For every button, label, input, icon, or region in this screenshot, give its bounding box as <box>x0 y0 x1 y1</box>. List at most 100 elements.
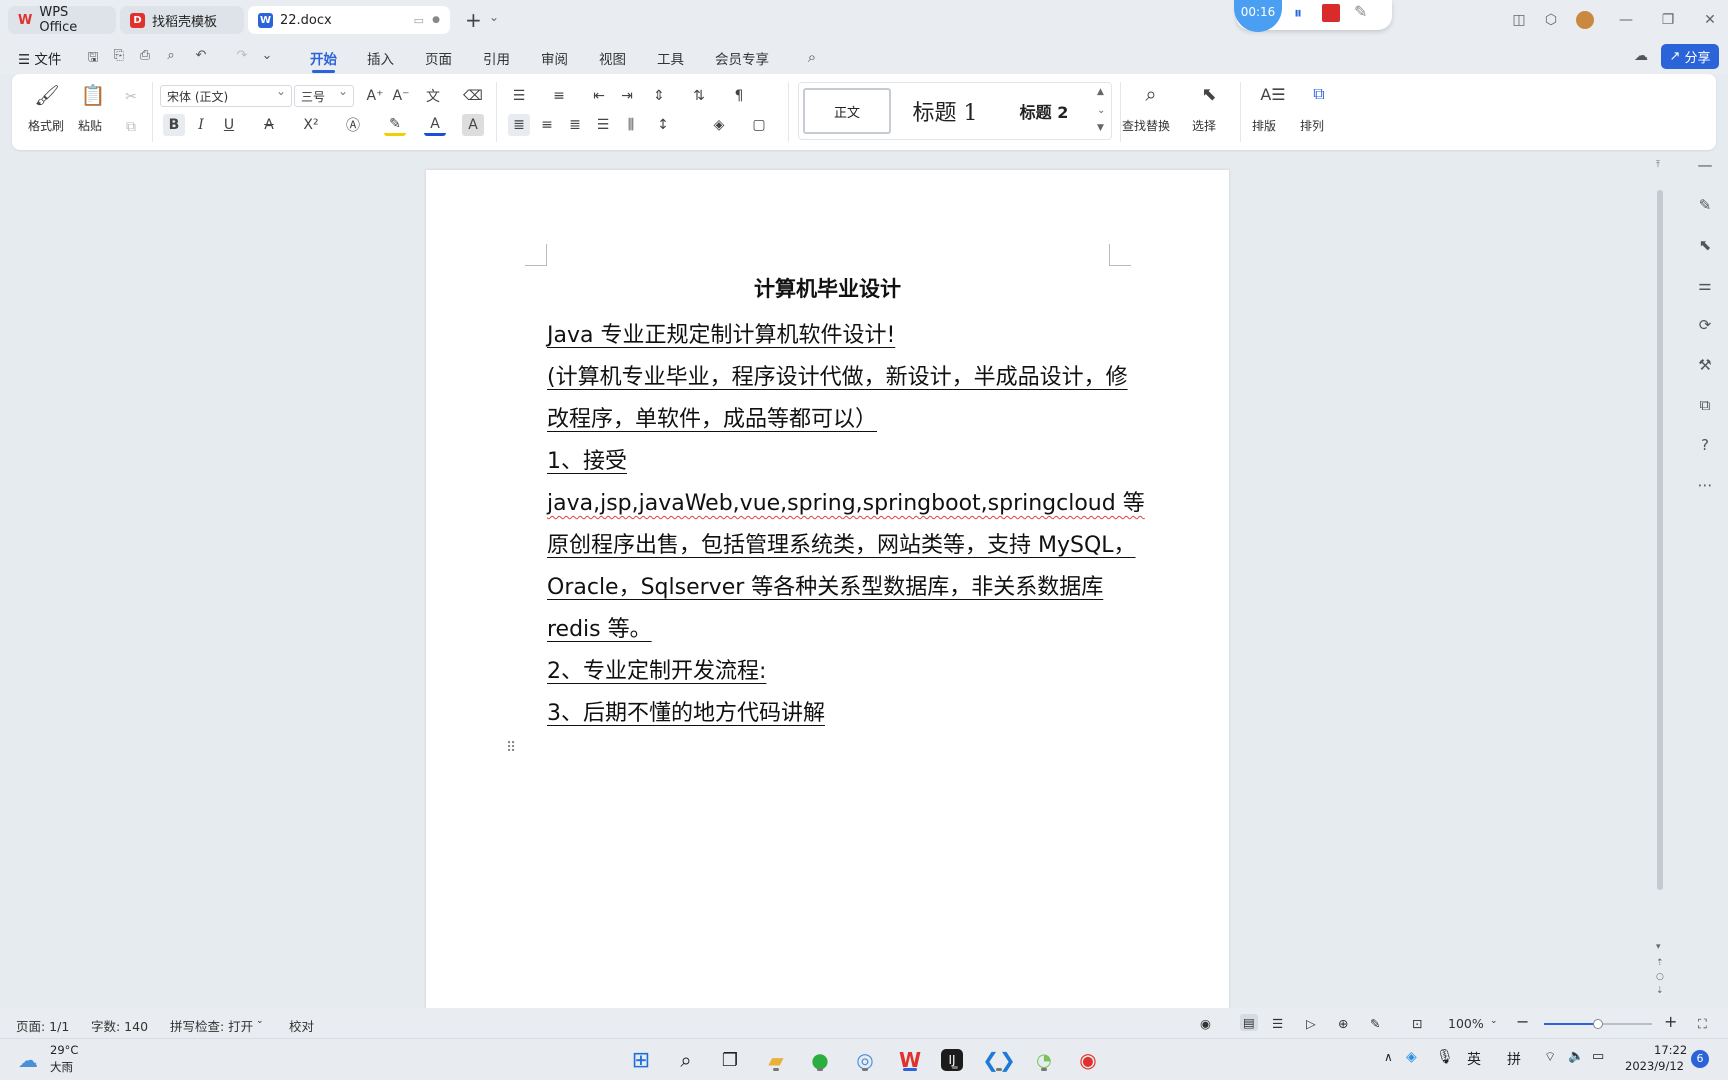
tab-page[interactable]: 页面 <box>425 48 452 68</box>
weather-temperature[interactable]: 29°C <box>50 1043 78 1057</box>
grow-font-icon[interactable]: A⁺ <box>364 85 386 107</box>
font-size-select[interactable]: 三号 <box>294 84 354 107</box>
paragraph-line[interactable]: java,jsp,javaWeb,vue,spring,springboot,s… <box>547 485 1145 517</box>
style-normal[interactable]: 正文 <box>803 88 891 134</box>
help-icon[interactable]: ? <box>1694 434 1716 456</box>
file-explorer-icon[interactable]: ▰ <box>762 1047 790 1073</box>
wps-taskbar-icon[interactable]: W <box>896 1047 924 1073</box>
text-effect-icon[interactable]: Ⓐ <box>342 114 364 136</box>
pen-icon[interactable]: ✎ <box>1354 2 1367 21</box>
tab-member[interactable]: 会员专享 <box>715 48 769 68</box>
numbered-list-icon[interactable]: ≡ <box>548 85 570 107</box>
show-hidden-icons[interactable]: ∧ <box>1384 1050 1393 1064</box>
phonetic-icon[interactable]: 文 <box>422 85 444 107</box>
redo-icon[interactable]: ↷ <box>233 48 251 66</box>
arrange-icon[interactable]: ⧉ <box>1308 83 1330 105</box>
monitor-icon[interactable]: ▭ <box>414 14 424 27</box>
paste-icon[interactable]: 📋 <box>81 83 106 107</box>
copy-icon[interactable]: ⧉ <box>120 116 142 138</box>
prev-page-icon[interactable]: ⇡ <box>1656 958 1664 968</box>
tab-list-chevron-icon[interactable]: ⌄ <box>489 10 499 24</box>
scroll-top-icon[interactable]: ⤒ <box>1656 160 1660 170</box>
next-page-icon[interactable]: ⇣ <box>1656 986 1664 996</box>
clear-format-icon[interactable]: ⌫ <box>462 85 484 107</box>
pen-view-icon[interactable]: ✎ <box>1370 1016 1380 1031</box>
web-view-icon[interactable]: ⊕ <box>1338 1016 1348 1031</box>
search-icon[interactable]: ⌕ <box>672 1047 700 1073</box>
style-scroll-up-icon[interactable]: ▲ <box>1097 87 1104 97</box>
bullet-list-icon[interactable]: ☰ <box>508 85 530 107</box>
task-view-icon[interactable]: ❐ <box>716 1047 744 1073</box>
spellcheck-toggle[interactable]: 拼写检查: 打开 <box>170 1016 253 1035</box>
document-page[interactable]: 计算机毕业设计 Java 专业正规定制计算机软件设计! (计算机专业毕业，程序设… <box>426 170 1229 1010</box>
more-chevron-icon[interactable]: ⌄ <box>258 48 276 66</box>
select-object-icon[interactable]: ⬉ <box>1694 234 1716 256</box>
scrollbar-thumb[interactable] <box>1657 190 1663 890</box>
zoom-level[interactable]: 100% <box>1448 1016 1484 1031</box>
edit-icon[interactable]: ✎ <box>1694 194 1716 216</box>
superscript-icon[interactable]: X² <box>300 114 322 136</box>
shading-icon[interactable]: ◈ <box>708 114 730 136</box>
line-spacing-icon[interactable]: ↕ <box>652 114 674 136</box>
paragraph-line[interactable]: 原创程序出售，包括管理系统类，网站类等，支持 MySQL， <box>547 527 1136 559</box>
share-button[interactable]: ↗ 分享 <box>1661 44 1719 69</box>
find-replace-label[interactable]: 查找替换 <box>1122 117 1170 134</box>
increase-indent-icon[interactable]: ⇥ <box>616 85 638 107</box>
select-icon[interactable]: ⬉ <box>1198 83 1220 105</box>
align-right-icon[interactable]: ≣ <box>564 114 586 136</box>
restore-icon[interactable]: ❐ <box>1657 10 1679 30</box>
select-browse-icon[interactable]: ○ <box>1656 972 1664 982</box>
cube-icon[interactable]: ⬡ <box>1540 10 1562 30</box>
microphone-icon[interactable]: 🎙 <box>1436 1049 1454 1065</box>
style-heading2[interactable]: 标题 2 <box>997 88 1091 134</box>
tab-tools[interactable]: 工具 <box>657 48 684 68</box>
weather-icon[interactable]: ☁ <box>18 1048 38 1072</box>
paragraph-line[interactable]: (计算机专业毕业，程序设计代做，新设计，半成品设计，修 <box>547 359 1128 391</box>
select-label[interactable]: 选择 <box>1192 117 1216 134</box>
properties-icon[interactable]: ⚌ <box>1694 274 1716 296</box>
layout-label[interactable]: 排版 <box>1252 117 1276 134</box>
font-name-select[interactable]: 宋体 (正文) <box>160 84 292 107</box>
tab-review[interactable]: 审阅 <box>541 48 568 68</box>
shrink-font-icon[interactable]: A⁻ <box>390 85 412 107</box>
distribute-icon[interactable]: ⫼ <box>620 114 642 136</box>
paragraph-line[interactable]: redis 等。 <box>547 611 652 643</box>
tab-view[interactable]: 视图 <box>599 48 626 68</box>
unsaved-dot-icon[interactable]: ● <box>432 15 440 25</box>
eye-icon[interactable]: ◉ <box>1200 1016 1211 1031</box>
vertical-scrollbar[interactable]: ⤒ ▾ ⇡ ○ ⇣ <box>1656 160 1664 1010</box>
vscode-icon[interactable]: ❮❯ <box>982 1047 1016 1073</box>
zoom-in-icon[interactable]: + <box>1664 1012 1677 1031</box>
scroll-down-icon[interactable]: ▾ <box>1656 942 1661 952</box>
zoom-slider[interactable] <box>1544 1019 1652 1029</box>
browser-icon[interactable]: ◎ <box>851 1047 879 1073</box>
more-icon[interactable]: ⋯ <box>1694 474 1716 496</box>
print-icon[interactable]: ⎙ <box>136 48 154 66</box>
word-count[interactable]: 字数: 140 <box>91 1016 148 1035</box>
char-shading-icon[interactable]: A <box>462 114 484 136</box>
underline-icon[interactable]: U <box>218 114 240 136</box>
collapse-icon[interactable]: — <box>1694 154 1716 176</box>
spellcheck-chevron-icon[interactable]: ⌄ <box>256 1016 264 1026</box>
cut-icon[interactable]: ✂ <box>120 86 142 108</box>
style-heading1[interactable]: 标题 1 <box>897 88 993 134</box>
layout-icon[interactable]: ◫ <box>1508 10 1530 30</box>
tray-app-icon[interactable]: ◈ <box>1406 1049 1417 1065</box>
decrease-indent-icon[interactable]: ⇤ <box>588 85 610 107</box>
export-icon[interactable]: ⎘ <box>110 48 128 66</box>
style-scroll-down-icon[interactable]: ⌄ <box>1097 105 1105 116</box>
clock-time[interactable]: 17:22 <box>1654 1043 1687 1057</box>
zoom-out-icon[interactable]: − <box>1516 1012 1529 1031</box>
minimize-icon[interactable]: — <box>1615 10 1637 30</box>
arrange-label[interactable]: 排列 <box>1300 117 1324 134</box>
paragraph-line[interactable]: 2、专业定制开发流程: <box>547 653 766 685</box>
sort-icon[interactable]: ⇅ <box>688 85 710 107</box>
ime-mode[interactable]: 拼 <box>1507 1049 1521 1069</box>
undo-icon[interactable]: ↶ <box>192 48 210 66</box>
style-more-icon[interactable]: ▼ <box>1097 123 1104 133</box>
close-icon[interactable]: ✕ <box>1699 10 1721 30</box>
save-icon[interactable]: 🖫 <box>84 48 102 66</box>
read-mode-icon[interactable]: ⧉ <box>1694 394 1716 416</box>
paste-label[interactable]: 粘贴 <box>78 117 102 134</box>
tab-home[interactable]: 开始 <box>310 48 337 73</box>
